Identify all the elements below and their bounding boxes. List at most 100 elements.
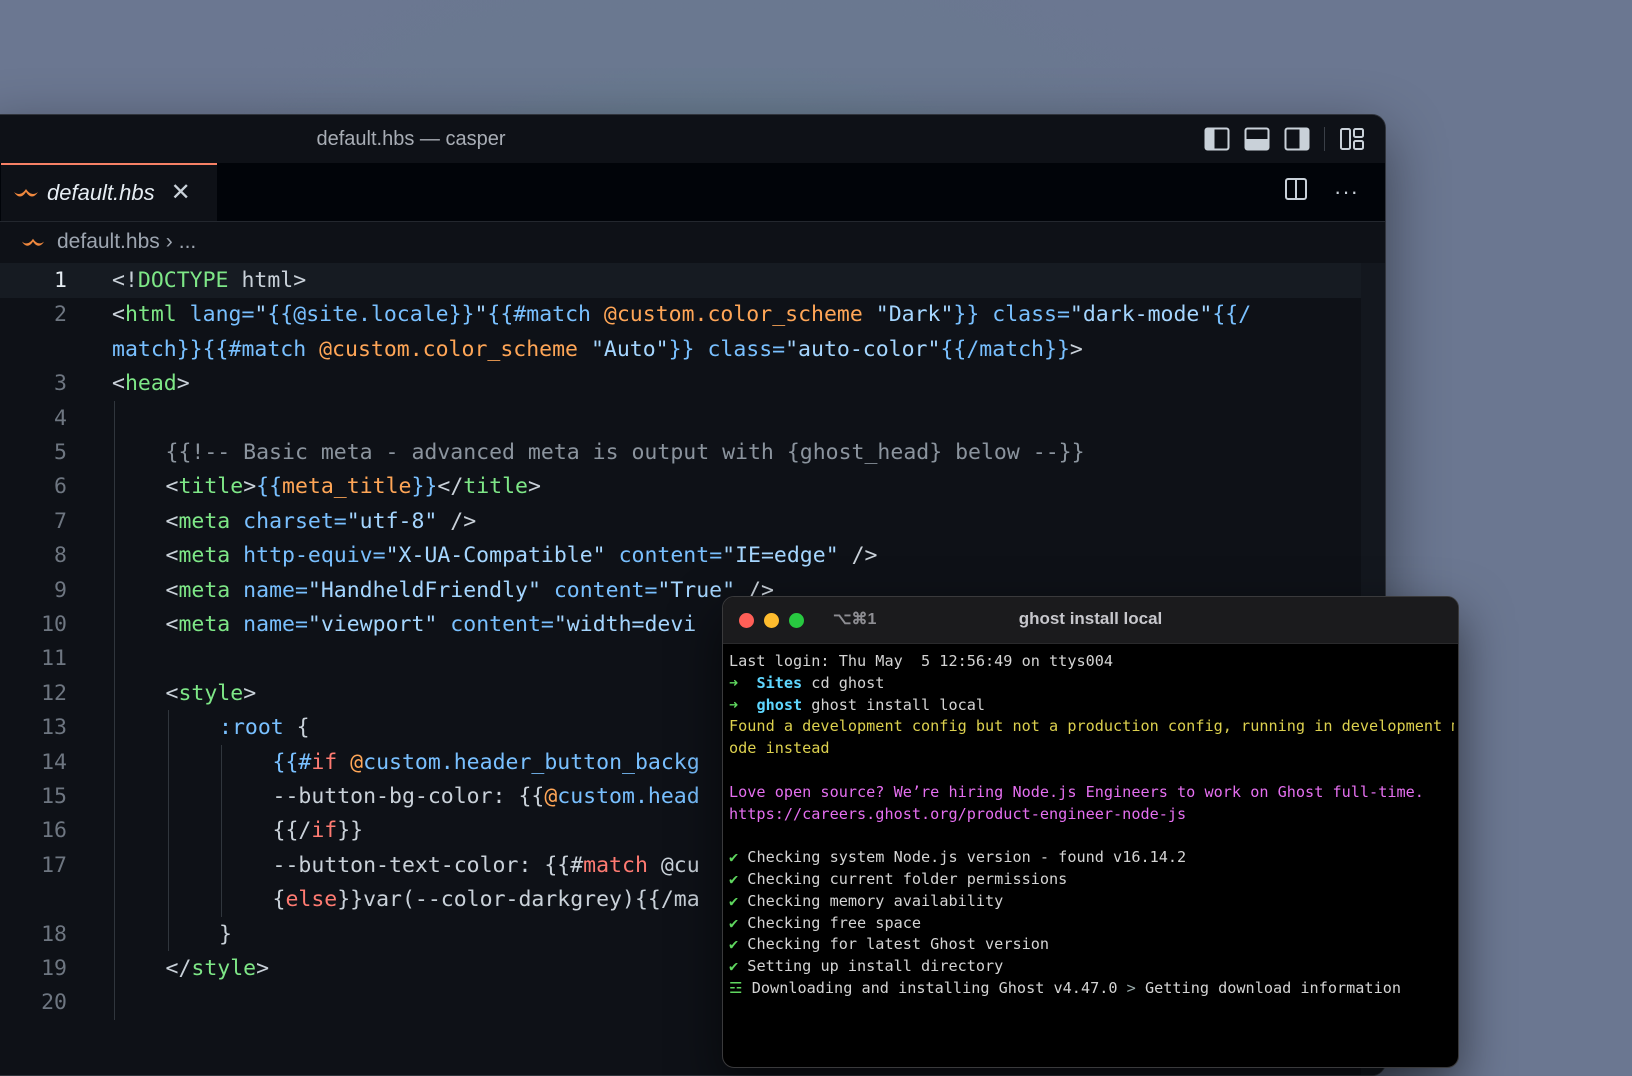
- code-token: }}: [337, 818, 364, 844]
- line-number: 6: [54, 474, 67, 500]
- code-token: :root: [219, 715, 284, 741]
- code-token: style: [191, 956, 257, 981]
- code-token: else: [285, 887, 338, 913]
- breadcrumb-file[interactable]: default.hbs: [57, 230, 160, 254]
- window-title: default.hbs — casper: [316, 128, 506, 150]
- code-line[interactable]: 3 <head>: [0, 366, 1385, 401]
- terminal-line: ➜ ghost ghost install local: [729, 695, 1454, 717]
- code-token: {{@site.locale}}: [267, 302, 475, 328]
- divider: [1324, 127, 1325, 151]
- terminal-segment: ➜: [729, 695, 757, 714]
- code-token: }}: [411, 474, 438, 500]
- line-number: 20: [41, 990, 67, 1016]
- terminal-line: ✔ Checking for latest Ghost version: [729, 934, 1454, 956]
- code-token: {{/match}}: [940, 336, 1070, 362]
- line-number: 16: [41, 818, 67, 844]
- code-token: "X-UA-Compatible": [385, 543, 606, 569]
- terminal-segment: Checking system Node.js version - found …: [738, 848, 1187, 867]
- line-number: 12: [41, 680, 67, 706]
- more-actions-icon[interactable]: ···: [1334, 179, 1359, 205]
- tab-default-hbs[interactable]: default.hbs ✕: [1, 163, 217, 221]
- code-line[interactable]: 8 <meta http-equiv="X-UA-Compatible" cont…: [0, 538, 1385, 573]
- editor-actions: ···: [1284, 177, 1359, 206]
- code-token: "utf-8": [346, 508, 438, 534]
- chevron-right-icon: ›: [165, 230, 173, 253]
- terminal-line: ✔ Checking system Node.js version - foun…: [729, 847, 1454, 869]
- code-line[interactable]: 6 <title>{{meta_title}}</title>: [0, 469, 1385, 504]
- line-number: 13: [41, 715, 67, 741]
- customize-layout-icon[interactable]: [1339, 127, 1365, 151]
- terminal-titlebar: ⌥⌘1 ghost install local: [723, 597, 1458, 644]
- code-token: "Dark": [862, 302, 954, 328]
- breadcrumb-rest[interactable]: ...: [179, 230, 197, 254]
- code-token: {: [283, 715, 310, 741]
- terminal-segment: Downloading and installing Ghost v4.47.0: [742, 978, 1127, 997]
- code-line[interactable]: 4: [0, 401, 1385, 436]
- code-text: <meta charset="utf-8" />: [166, 504, 477, 539]
- code-token: @: [337, 749, 364, 775]
- code-text: {else}}var(--color-darkgrey){{/ma: [273, 882, 700, 917]
- code-token: ": [254, 302, 268, 328]
- code-token: title: [178, 474, 244, 500]
- indent-guide: [167, 710, 169, 951]
- terminal-line: https://careers.ghost.org/product-engine…: [729, 804, 1454, 826]
- code-text: }: [219, 917, 232, 952]
- terminal-segment: Last login: Thu May 5 12:56:49 on ttys00…: [729, 652, 1114, 670]
- code-token: <: [165, 577, 179, 603]
- line-number: 11: [41, 646, 67, 672]
- terminal-segment: Checking for latest Ghost version: [738, 935, 1050, 954]
- code-text: {{#if @custom.header_button_backg: [273, 745, 700, 780]
- terminal-line: ode instead: [729, 738, 1454, 760]
- code-token: meta: [178, 612, 231, 637]
- code-token: {{#match: [487, 302, 604, 328]
- code-token: html: [124, 302, 177, 328]
- terminal-segment: cd ghost: [802, 673, 885, 692]
- terminal-segment: ✔: [729, 913, 739, 932]
- terminal-output[interactable]: Last login: Thu May 5 12:56:49 on ttys00…: [729, 651, 1454, 1000]
- code-text: </style>: [166, 951, 270, 986]
- terminal-segment: ☲: [729, 978, 743, 997]
- code-token: </: [165, 956, 192, 981]
- code-line[interactable]: 7 <meta charset="utf-8" />: [0, 504, 1385, 539]
- code-token: match}}{{#match: [112, 336, 320, 362]
- line-number: 5: [54, 440, 67, 465]
- code-text: <meta name="viewport" content="width=dev…: [166, 607, 697, 642]
- split-editor-icon[interactable]: [1284, 177, 1308, 206]
- line-number: 14: [41, 749, 67, 775]
- close-icon[interactable]: ✕: [171, 181, 191, 205]
- code-line[interactable]: 1 <!DOCTYPE html>: [0, 263, 1385, 298]
- code-token: <: [165, 543, 179, 569]
- code-text: <meta http-equiv="X-UA-Compatible" conte…: [166, 538, 878, 573]
- code-line[interactable]: 2 <html lang="{{@site.locale}}"{{#match @…: [0, 297, 1385, 332]
- code-token: "HandheldFriendly": [307, 577, 541, 603]
- code-token: "auto-color": [785, 336, 941, 362]
- terminal-line: Found a development config but not a pro…: [729, 716, 1454, 738]
- code-token: >: [176, 371, 190, 397]
- code-line[interactable]: match}}{{#match @custom.color_scheme "Au…: [0, 332, 1385, 367]
- terminal-segment: https://careers.ghost.org/product-engine…: [729, 804, 1187, 823]
- line-number: 17: [41, 852, 67, 878]
- code-token: content=: [540, 577, 658, 603]
- code-token: http-equiv=: [230, 543, 386, 569]
- code-token: content=: [605, 543, 723, 569]
- line-number: 7: [54, 508, 67, 534]
- code-token: >: [243, 680, 257, 706]
- toggle-secondary-sidebar-icon[interactable]: [1284, 127, 1310, 151]
- breadcrumb: default.hbs › ...: [21, 227, 196, 257]
- code-line[interactable]: 5 {{!-- Basic meta - advanced meta is out…: [0, 435, 1385, 470]
- terminal-title: ghost install local: [1018, 609, 1163, 628]
- code-token: <!: [112, 268, 138, 293]
- line-number: 8: [54, 543, 67, 569]
- terminal-segment: ghost: [756, 695, 803, 714]
- toggle-panel-icon[interactable]: [1244, 127, 1270, 151]
- terminal-segment: ➜: [729, 673, 757, 692]
- code-token: class=: [694, 336, 786, 362]
- line-number: 2: [54, 302, 67, 328]
- terminal-segment: ✔: [729, 935, 739, 954]
- terminal-segment: Checking free space: [738, 913, 922, 932]
- toggle-primary-sidebar-icon[interactable]: [1204, 127, 1230, 151]
- editor-titlebar: default.hbs — casper: [0, 115, 1385, 163]
- code-token: <: [112, 371, 125, 397]
- code-token: match: [583, 852, 648, 878]
- code-token: />: [437, 508, 477, 534]
